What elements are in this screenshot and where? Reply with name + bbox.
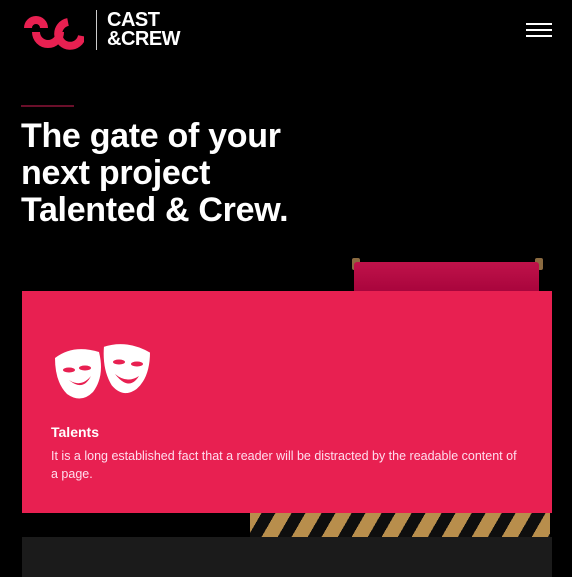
next-card [22, 537, 552, 577]
logo-line-2: &CREW [107, 28, 181, 50]
hamburger-menu-icon[interactable] [526, 23, 552, 38]
theatre-masks-icon [55, 342, 153, 399]
logo-mark-icon [24, 16, 84, 50]
hero-heading: The gate of your next project Talented &… [21, 117, 289, 229]
hero-line-2: next project [21, 154, 211, 192]
card-title: Talents [51, 424, 99, 440]
logo-divider [96, 10, 97, 50]
talents-card[interactable]: Talents It is a long established fact th… [22, 291, 552, 513]
accent-divider [21, 105, 74, 107]
logo-text: CAST &CREW [107, 10, 181, 50]
hero-line-3: Talented & Crew. [21, 191, 289, 229]
logo[interactable]: CAST &CREW [22, 10, 181, 50]
card-description: It is a long established fact that a rea… [51, 449, 517, 481]
hero-line-1: The gate of your [21, 117, 281, 155]
